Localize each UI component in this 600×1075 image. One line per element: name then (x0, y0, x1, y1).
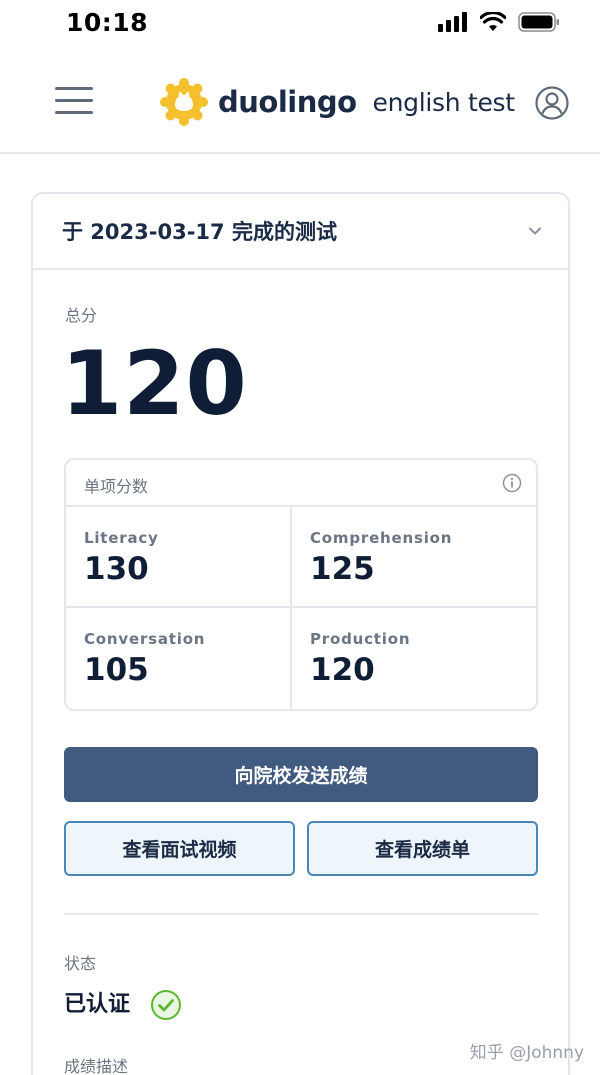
menu-icon (55, 87, 93, 90)
subscore-production: Production 120 (292, 608, 536, 709)
subscores-panel: 单项分数 Literacy 130 Comprehension 125 Conv… (64, 458, 538, 711)
status-label: 状态 (64, 954, 97, 973)
status-time: 10:18 (66, 8, 149, 37)
test-date-header[interactable]: 于 2023-03-17 完成的测试 (33, 194, 568, 270)
subscore-value: 120 (310, 652, 375, 688)
test-result-card: 于 2023-03-17 完成的测试 总分 120 单项分数 Literacy … (31, 192, 570, 1075)
score-description-label: 成绩描述 (64, 1057, 129, 1075)
subscore-comprehension: Comprehension 125 (292, 507, 536, 608)
subscore-label: Literacy (84, 529, 159, 547)
divider (64, 913, 538, 915)
info-icon[interactable] (502, 473, 522, 493)
subscore-value: 130 (84, 551, 149, 587)
wifi-icon (480, 12, 506, 31)
battery-icon (518, 12, 559, 32)
test-date-title: 于 2023-03-17 完成的测试 (62, 220, 337, 244)
send-scores-button[interactable]: 向院校发送成绩 (64, 747, 538, 802)
signal-icon (438, 12, 467, 32)
menu-button[interactable] (55, 87, 93, 115)
overall-score-label: 总分 (65, 306, 98, 325)
subscores-header: 单项分数 (66, 460, 536, 507)
verified-check-icon (151, 990, 181, 1020)
watermark: 知乎 @Johnny (469, 1043, 584, 1063)
subscores-grid: Literacy 130 Comprehension 125 Conversat… (66, 507, 536, 709)
view-interview-video-button[interactable]: 查看面试视频 (64, 821, 295, 876)
subscore-label: Comprehension (310, 529, 453, 547)
duolingo-logo-icon (160, 78, 208, 126)
overall-score: 120 (61, 332, 248, 435)
subscore-conversation: Conversation 105 (66, 608, 292, 709)
subscore-value: 105 (84, 652, 149, 688)
status-bar: 10:18 (0, 0, 600, 50)
account-icon[interactable] (535, 86, 569, 120)
logo: duolingo english test (160, 76, 515, 128)
subscore-value: 125 (310, 551, 375, 587)
subscore-label: Production (310, 630, 411, 648)
logo-suffix-text: english test (372, 87, 516, 117)
app-header: duolingo english test (0, 50, 600, 154)
logo-brand-text: duolingo (218, 85, 357, 119)
status-icons (438, 12, 560, 32)
subscore-label: Conversation (84, 630, 206, 648)
subscore-literacy: Literacy 130 (66, 507, 292, 608)
view-score-report-button[interactable]: 查看成绩单 (307, 821, 538, 876)
subscores-title: 单项分数 (84, 477, 149, 496)
status-value: 已认证 (64, 992, 131, 1017)
chevron-down-icon (529, 227, 541, 235)
